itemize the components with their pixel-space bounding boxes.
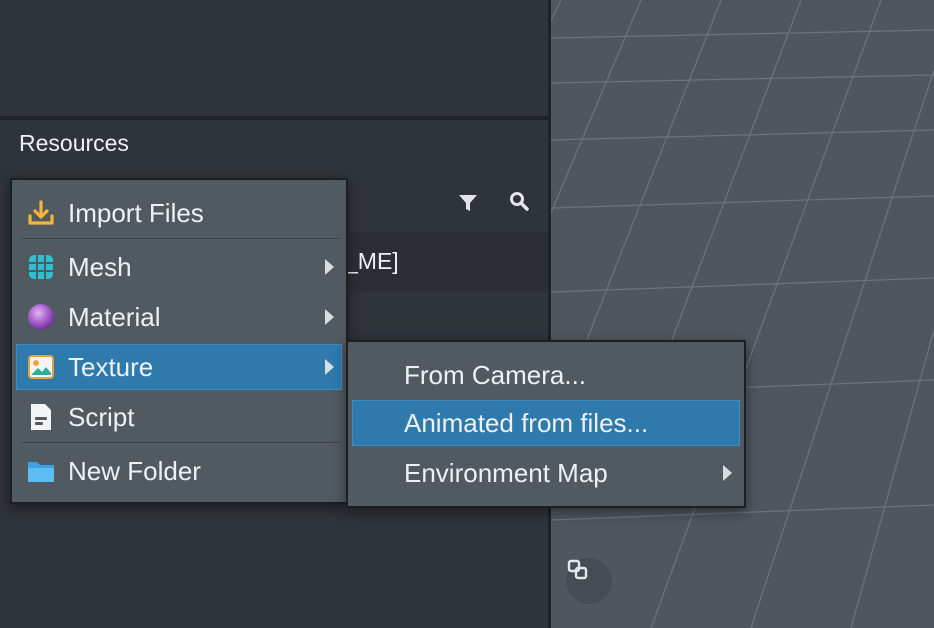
scene-viewport[interactable]: [551, 0, 934, 628]
menu-item-new-folder[interactable]: New Folder: [16, 448, 342, 494]
image-icon: [26, 352, 56, 382]
submenu-item-label: Animated from files...: [404, 407, 649, 438]
menu-item-script[interactable]: Script: [16, 394, 342, 440]
submenu-item-label: Environment Map: [404, 457, 608, 488]
submenu-item-environment-map[interactable]: Environment Map: [352, 450, 740, 496]
top-panel: [0, 0, 548, 116]
resources-title: Resources: [19, 130, 129, 156]
resources-toolbar: [350, 180, 548, 228]
resource-item-label: _ME]: [345, 248, 399, 274]
search-icon[interactable]: [508, 190, 530, 212]
sphere-icon: [26, 302, 56, 332]
submenu-item-from-camera[interactable]: From Camera...: [352, 352, 740, 398]
menu-item-label: Import Files: [68, 197, 204, 228]
download-icon: [26, 198, 56, 228]
submenu-arrow-icon: [325, 359, 334, 375]
view-toggle-button[interactable]: [566, 558, 612, 604]
menu-item-label: New Folder: [68, 455, 201, 486]
menu-item-texture[interactable]: Texture: [16, 344, 342, 390]
menu-item-label: Script: [68, 401, 135, 432]
menu-item-label: Texture: [68, 351, 154, 382]
menu-separator: [22, 238, 340, 239]
menu-item-import-files[interactable]: Import Files: [16, 190, 342, 236]
grid-icon: [26, 252, 56, 282]
menu-item-material[interactable]: Material: [16, 294, 342, 340]
viewport-grid: [551, 0, 934, 628]
menu-separator: [22, 442, 340, 443]
script-icon: [26, 402, 56, 432]
submenu-arrow-icon: [723, 465, 732, 481]
folder-icon: [26, 456, 56, 486]
texture-submenu: From Camera... Animated from files... En…: [346, 340, 746, 508]
filter-icon[interactable]: [457, 192, 479, 214]
add-resource-menu: Import Files Mesh Material Texture Scrip…: [10, 178, 348, 504]
submenu-item-animated-from-files[interactable]: Animated from files...: [352, 400, 740, 446]
submenu-arrow-icon: [325, 309, 334, 325]
menu-item-mesh[interactable]: Mesh: [16, 244, 342, 290]
menu-item-label: Mesh: [68, 251, 132, 282]
menu-item-label: Material: [68, 301, 161, 332]
submenu-arrow-icon: [325, 259, 334, 275]
submenu-item-label: From Camera...: [404, 359, 587, 390]
